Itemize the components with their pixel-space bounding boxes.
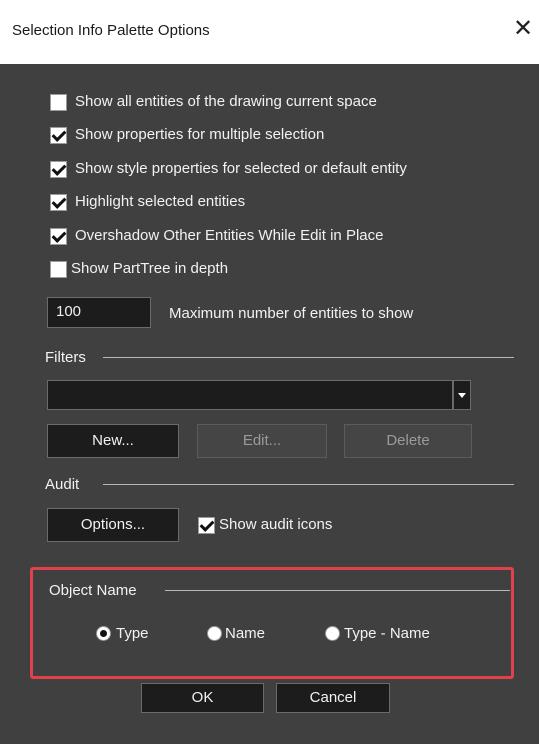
ok-button[interactable]: OK xyxy=(141,683,264,713)
highlight-selected-label: Highlight selected entities xyxy=(75,193,246,210)
edit-filter-button[interactable]: Edit... xyxy=(197,424,327,458)
parttree-depth-checkbox[interactable] xyxy=(50,261,67,278)
multiple-selection-label: Show properties for multiple selection xyxy=(75,126,325,143)
filters-divider xyxy=(103,357,514,358)
audit-options-button[interactable]: Options... xyxy=(47,508,179,542)
show-audit-icons-checkbox[interactable] xyxy=(198,517,215,534)
show-all-entities-label: Show all entities of the drawing current… xyxy=(75,93,377,110)
filters-dropdown[interactable] xyxy=(47,380,453,410)
style-properties-checkbox[interactable] xyxy=(50,161,67,178)
audit-group-title: Audit xyxy=(45,476,80,493)
cancel-button[interactable]: Cancel xyxy=(276,683,390,713)
object-name-highlight-box xyxy=(30,567,514,679)
parttree-depth-label: Show PartTree in depth xyxy=(71,260,229,277)
multiple-selection-checkbox[interactable] xyxy=(50,127,67,144)
highlight-selected-checkbox[interactable] xyxy=(50,194,67,211)
style-properties-label: Show style properties for selected or de… xyxy=(75,160,407,177)
max-entities-input[interactable]: 100 xyxy=(47,297,151,328)
filters-group-title: Filters xyxy=(45,349,86,366)
chevron-down-icon[interactable] xyxy=(453,380,471,410)
show-audit-icons-label: Show audit icons xyxy=(219,516,333,533)
max-entities-label: Maximum number of entities to show xyxy=(169,305,414,322)
close-icon[interactable]: ✕ xyxy=(508,14,538,44)
delete-filter-button[interactable]: Delete xyxy=(344,424,472,458)
new-filter-button[interactable]: New... xyxy=(47,424,179,458)
audit-divider xyxy=(103,484,514,485)
window-title: Selection Info Palette Options xyxy=(12,22,210,39)
overshadow-label: Overshadow Other Entities While Edit in … xyxy=(75,227,384,244)
show-all-entities-checkbox[interactable] xyxy=(50,94,67,111)
overshadow-checkbox[interactable] xyxy=(50,228,67,245)
title-bar: Selection Info Palette Options ✕ xyxy=(0,0,539,64)
